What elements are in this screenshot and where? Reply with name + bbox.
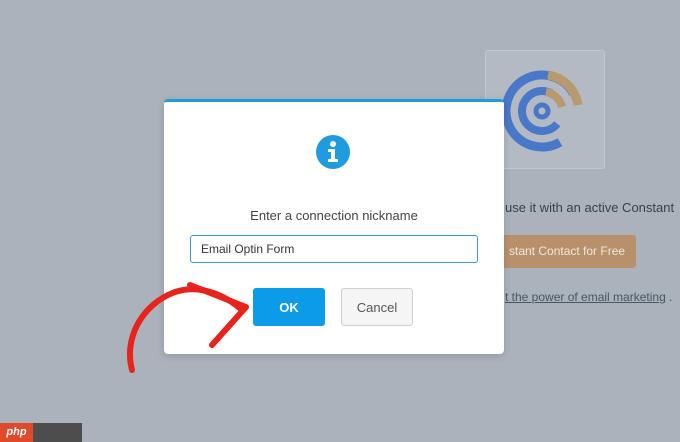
dialog-prompt: Enter a connection nickname bbox=[250, 208, 418, 223]
red-arrow-icon bbox=[126, 282, 249, 373]
background-description: use it with an active Constant bbox=[505, 200, 675, 215]
link-suffix: . bbox=[669, 290, 673, 304]
cancel-button[interactable]: Cancel bbox=[341, 288, 413, 326]
get-constant-contact-button[interactable]: stant Contact for Free bbox=[495, 235, 636, 268]
email-marketing-link[interactable]: t the power of email marketing bbox=[505, 290, 666, 304]
constant-contact-logo-icon bbox=[501, 70, 583, 152]
ok-button[interactable]: OK bbox=[253, 288, 325, 326]
watermark-bar bbox=[33, 423, 82, 442]
info-icon bbox=[316, 135, 350, 169]
watermark-php: php bbox=[0, 423, 33, 442]
nickname-input[interactable] bbox=[190, 235, 478, 263]
